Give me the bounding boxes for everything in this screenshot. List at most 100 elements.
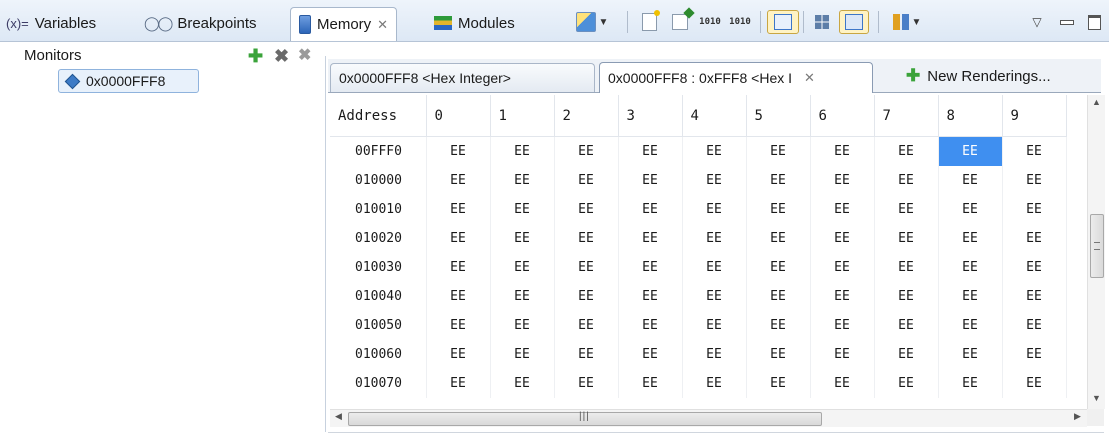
- byte-cell[interactable]: EE: [554, 195, 619, 224]
- new-renderings-button[interactable]: ✚ New Renderings...: [906, 62, 1051, 90]
- byte-cell[interactable]: EE: [874, 311, 939, 340]
- vertical-scrollbar[interactable]: ▲ ▼: [1087, 95, 1105, 409]
- byte-cell[interactable]: EE: [746, 369, 811, 398]
- byte-cell[interactable]: EE: [554, 340, 619, 369]
- refresh-button[interactable]: ▼: [570, 10, 614, 34]
- byte-cell[interactable]: EE: [874, 282, 939, 311]
- byte-cell[interactable]: EE: [554, 166, 619, 195]
- remove-monitor-icon[interactable]: ✖: [274, 47, 289, 65]
- byte-cell[interactable]: EE: [618, 224, 683, 253]
- byte-cell[interactable]: EE: [746, 253, 811, 282]
- byte-cell[interactable]: EE: [1002, 166, 1067, 195]
- byte-cell[interactable]: EE: [426, 166, 491, 195]
- tab-modules[interactable]: Modules: [434, 8, 515, 38]
- byte-cell[interactable]: EE: [874, 224, 939, 253]
- byte-cell[interactable]: EE: [682, 195, 747, 224]
- byte-cell[interactable]: EE: [810, 136, 875, 166]
- byte-cell[interactable]: EE: [1002, 195, 1067, 224]
- tab-breakpoints[interactable]: ◯◯ Breakpoints: [144, 8, 257, 38]
- byte-cell[interactable]: EE: [746, 224, 811, 253]
- selected-byte-cell[interactable]: EE: [938, 136, 1003, 166]
- byte-cell[interactable]: EE: [618, 311, 683, 340]
- bits-down-button[interactable]: 1010: [726, 10, 754, 34]
- byte-cell[interactable]: EE: [746, 311, 811, 340]
- byte-cell[interactable]: EE: [490, 224, 555, 253]
- byte-cell[interactable]: EE: [554, 282, 619, 311]
- byte-cell[interactable]: EE: [938, 195, 1003, 224]
- byte-cell[interactable]: EE: [938, 253, 1003, 282]
- vertical-scroll-thumb[interactable]: [1090, 214, 1104, 278]
- byte-cell[interactable]: EE: [682, 282, 747, 311]
- byte-cell[interactable]: EE: [682, 311, 747, 340]
- link-memory-button[interactable]: [767, 10, 799, 34]
- byte-cell[interactable]: EE: [810, 253, 875, 282]
- byte-cell[interactable]: EE: [1002, 369, 1067, 398]
- byte-cell[interactable]: EE: [682, 224, 747, 253]
- byte-cell[interactable]: EE: [490, 253, 555, 282]
- switch-renderings-button[interactable]: [839, 10, 869, 34]
- horizontal-scroll-thumb[interactable]: |||: [348, 411, 822, 426]
- byte-cell[interactable]: EE: [810, 311, 875, 340]
- byte-cell[interactable]: EE: [618, 166, 683, 195]
- layout-menu-button[interactable]: ▼: [887, 10, 927, 34]
- byte-cell[interactable]: EE: [810, 224, 875, 253]
- byte-cell[interactable]: EE: [490, 311, 555, 340]
- byte-cell[interactable]: EE: [490, 369, 555, 398]
- add-monitor-icon[interactable]: ✚: [248, 47, 263, 65]
- toggle-monitor-pane-button[interactable]: [810, 10, 834, 34]
- byte-cell[interactable]: EE: [746, 136, 811, 166]
- byte-cell[interactable]: EE: [874, 195, 939, 224]
- byte-cell[interactable]: EE: [874, 340, 939, 369]
- byte-cell[interactable]: EE: [874, 253, 939, 282]
- memory-grid[interactable]: Address 0 1 2 3 4 5 6 7 8 9 00FFF0 EE EE EE…: [330, 95, 1087, 409]
- scroll-up-icon[interactable]: ▲: [1088, 97, 1105, 107]
- byte-cell[interactable]: EE: [938, 224, 1003, 253]
- monitor-item[interactable]: 0x0000FFF8: [58, 69, 199, 93]
- byte-cell[interactable]: EE: [426, 340, 491, 369]
- scroll-right-icon[interactable]: ▶: [1074, 411, 1081, 422]
- byte-cell[interactable]: EE: [426, 369, 491, 398]
- byte-cell[interactable]: EE: [938, 369, 1003, 398]
- maximize-button[interactable]: [1084, 10, 1104, 34]
- tab-rendering-hex-integer[interactable]: 0x0000FFF8 <Hex Integer>: [330, 63, 595, 92]
- byte-cell[interactable]: EE: [618, 340, 683, 369]
- byte-cell[interactable]: EE: [938, 311, 1003, 340]
- byte-cell[interactable]: EE: [554, 224, 619, 253]
- byte-cell[interactable]: EE: [682, 253, 747, 282]
- byte-cell[interactable]: EE: [874, 136, 939, 166]
- byte-cell[interactable]: EE: [810, 369, 875, 398]
- byte-cell[interactable]: EE: [810, 340, 875, 369]
- close-icon[interactable]: ✕: [804, 70, 815, 86]
- byte-cell[interactable]: EE: [426, 253, 491, 282]
- byte-cell[interactable]: EE: [490, 195, 555, 224]
- byte-cell[interactable]: EE: [554, 136, 619, 166]
- byte-cell[interactable]: EE: [1002, 224, 1067, 253]
- byte-cell[interactable]: EE: [1002, 311, 1067, 340]
- byte-cell[interactable]: EE: [1002, 136, 1067, 166]
- byte-cell[interactable]: EE: [490, 166, 555, 195]
- byte-cell[interactable]: EE: [682, 369, 747, 398]
- byte-cell[interactable]: EE: [554, 369, 619, 398]
- byte-cell[interactable]: EE: [810, 166, 875, 195]
- byte-cell[interactable]: EE: [618, 369, 683, 398]
- byte-cell[interactable]: EE: [618, 253, 683, 282]
- scroll-down-icon[interactable]: ▼: [1088, 393, 1105, 403]
- horizontal-scrollbar[interactable]: ◀ ||| ▶: [330, 409, 1087, 427]
- scroll-left-icon[interactable]: ◀: [335, 411, 342, 422]
- tab-memory[interactable]: Memory ✕: [290, 7, 398, 41]
- byte-cell[interactable]: EE: [490, 136, 555, 166]
- byte-cell[interactable]: EE: [618, 195, 683, 224]
- byte-cell[interactable]: EE: [426, 195, 491, 224]
- byte-cell[interactable]: EE: [746, 282, 811, 311]
- pane-divider[interactable]: [325, 56, 326, 432]
- view-menu-button[interactable]: ▽: [1026, 10, 1048, 34]
- byte-cell[interactable]: EE: [810, 195, 875, 224]
- byte-cell[interactable]: EE: [426, 282, 491, 311]
- byte-cell[interactable]: EE: [938, 166, 1003, 195]
- byte-cell[interactable]: EE: [554, 253, 619, 282]
- byte-cell[interactable]: EE: [426, 311, 491, 340]
- byte-cell[interactable]: EE: [938, 282, 1003, 311]
- tab-rendering-hex-active[interactable]: 0x0000FFF8 : 0xFFF8 <Hex I ✕: [599, 62, 873, 93]
- byte-cell[interactable]: EE: [746, 195, 811, 224]
- tab-variables[interactable]: (x)= Variables: [6, 8, 96, 38]
